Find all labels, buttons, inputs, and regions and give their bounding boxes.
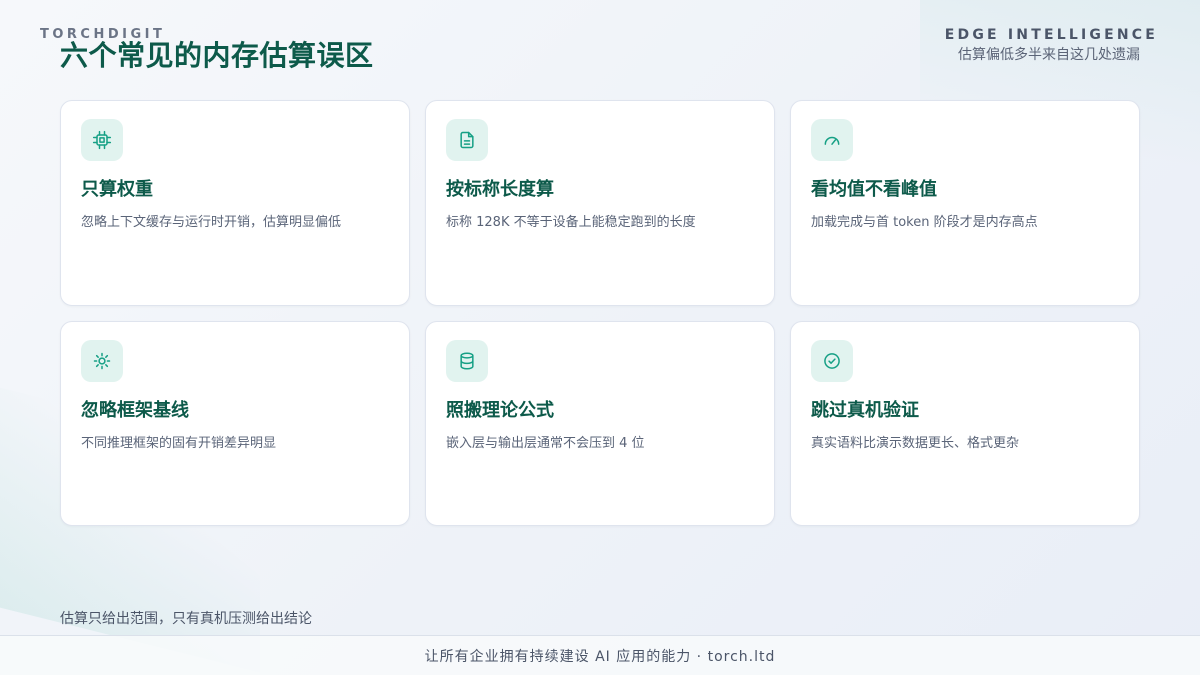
card-title: 只算权重 — [81, 179, 153, 200]
chip-icon — [81, 119, 123, 161]
database-icon — [446, 340, 488, 382]
card-title: 按标称长度算 — [446, 179, 554, 200]
gauge-icon — [811, 119, 853, 161]
card-title: 看均值不看峰值 — [811, 179, 937, 200]
check-circle-icon — [811, 340, 853, 382]
sun-icon — [81, 340, 123, 382]
pitfall-card-weights-only: 只算权重 忽略上下文缓存与运行时开销，估算明显偏低 — [60, 100, 410, 306]
footer-text: 让所有企业拥有持续建设 AI 应用的能力 · torch.ltd — [424, 648, 776, 665]
pitfall-card-grid: 只算权重 忽略上下文缓存与运行时开销，估算明显偏低 按标称长度算 标称 128K… — [60, 100, 1140, 526]
pitfall-card-framework-baseline: 忽略框架基线 不同推理框架的固有开销差异明显 — [60, 321, 410, 526]
card-description: 加载完成与首 token 阶段才是内存高点 — [811, 215, 1038, 230]
card-description: 真实语料比演示数据更长、格式更杂 — [811, 436, 1020, 451]
pitfall-card-nominal-length: 按标称长度算 标称 128K 不等于设备上能稳定跑到的长度 — [425, 100, 775, 306]
card-title: 跳过真机验证 — [811, 400, 919, 421]
pitfall-card-theory-formula: 照搬理论公式 嵌入层与输出层通常不会压到 4 位 — [425, 321, 775, 526]
header-label: EDGE INTELLIGENCE — [944, 27, 1158, 43]
header-subtitle: 估算偏低多半来自这几处遗漏 — [958, 47, 1140, 63]
card-description: 不同推理框架的固有开销差异明显 — [81, 436, 277, 451]
footnote: 估算只给出范围，只有真机压测给出结论 — [60, 611, 312, 627]
card-description: 嵌入层与输出层通常不会压到 4 位 — [446, 436, 645, 451]
header-right: EDGE INTELLIGENCE 估算偏低多半来自这几处遗漏 — [945, 27, 1158, 64]
card-title: 照搬理论公式 — [446, 400, 554, 421]
card-description: 标称 128K 不等于设备上能稳定跑到的长度 — [446, 215, 696, 230]
card-description: 忽略上下文缓存与运行时开销，估算明显偏低 — [81, 215, 342, 230]
page-title: 六个常见的内存估算误区 — [60, 39, 374, 72]
pitfall-card-peak-memory: 看均值不看峰值 加载完成与首 token 阶段才是内存高点 — [790, 100, 1140, 306]
document-icon — [446, 119, 488, 161]
footer-bar: 让所有企业拥有持续建设 AI 应用的能力 · torch.ltd — [0, 635, 1200, 675]
card-title: 忽略框架基线 — [81, 400, 189, 421]
pitfall-card-device-validation: 跳过真机验证 真实语料比演示数据更长、格式更杂 — [790, 321, 1140, 526]
